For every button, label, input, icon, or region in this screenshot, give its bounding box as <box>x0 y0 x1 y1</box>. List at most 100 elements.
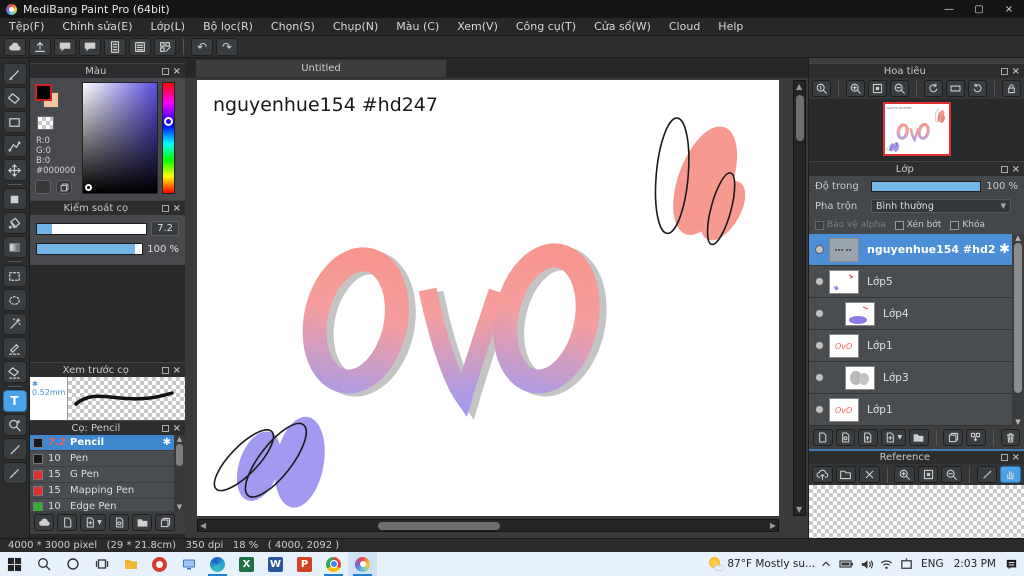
weather-text[interactable]: 87°F Mostly su... <box>727 558 815 570</box>
transparent-color-swatch[interactable] <box>37 116 54 130</box>
file-explorer-icon[interactable] <box>116 552 145 576</box>
layer-visibility-icon[interactable] <box>809 309 829 318</box>
close-icon[interactable]: × <box>1012 66 1020 77</box>
chrome-icon[interactable] <box>319 552 348 576</box>
menu-layer[interactable]: Lớp(L) <box>142 20 195 33</box>
canvas-horizontal-scrollbar[interactable]: ◀ ▶ <box>197 519 779 532</box>
layer-visibility-icon[interactable] <box>809 405 829 414</box>
wifi-icon[interactable] <box>877 552 895 576</box>
eraser-stick-tool-icon[interactable] <box>2 438 27 460</box>
eraser-tool-icon[interactable] <box>2 87 27 109</box>
close-icon[interactable]: × <box>173 203 181 214</box>
menu-file[interactable]: Tệp(F) <box>0 20 53 33</box>
zoom-out-icon[interactable] <box>889 80 910 97</box>
action-center-icon[interactable] <box>1002 552 1020 576</box>
layer-visibility-icon[interactable] <box>809 341 829 350</box>
lasso-tool-icon[interactable] <box>2 289 27 311</box>
reference-cloud-icon[interactable] <box>812 466 833 483</box>
move-tool-icon[interactable] <box>2 159 27 181</box>
cloud-icon[interactable] <box>4 37 26 56</box>
menu-edit[interactable]: Chỉnh sửa(E) <box>53 20 141 33</box>
language-indicator[interactable]: ENG <box>917 558 948 570</box>
powerpoint-icon[interactable]: P <box>290 552 319 576</box>
reference-zoom-in-icon[interactable] <box>894 466 915 483</box>
text-tool-icon[interactable]: T <box>2 390 27 412</box>
scroll-down-icon[interactable]: ▼ <box>796 505 802 514</box>
layer-settings-icon[interactable]: ✱ <box>999 242 1010 257</box>
start-button[interactable] <box>0 552 29 576</box>
merge-layer-icon[interactable] <box>966 429 986 446</box>
redo-button[interactable]: ↷ <box>216 37 238 56</box>
scroll-handle[interactable] <box>378 522 500 530</box>
reference-hand-icon[interactable] <box>1000 466 1021 483</box>
brush-list-scrollbar[interactable]: ▲ ▼ <box>174 435 185 511</box>
excel-icon[interactable]: X <box>232 552 261 576</box>
close-icon[interactable]: × <box>173 66 181 77</box>
scroll-left-icon[interactable]: ◀ <box>200 521 206 530</box>
settings-list-icon[interactable] <box>129 37 151 56</box>
layer-visibility-icon[interactable] <box>809 245 829 254</box>
clipping-checkbox[interactable]: Xén bớt <box>894 220 941 230</box>
new-brush-icon[interactable] <box>57 514 77 531</box>
magic-wand-tool-icon[interactable] <box>2 313 27 335</box>
reference-zoom-out-icon[interactable] <box>941 466 962 483</box>
brush-item[interactable]: 10 Pen <box>30 451 185 467</box>
brush-settings-icon[interactable]: ✱ <box>163 437 171 448</box>
weather-icon[interactable] <box>707 552 725 576</box>
minimize-button[interactable]: — <box>934 0 964 18</box>
foreground-color-swatch[interactable] <box>35 84 52 101</box>
reference-dropper-icon[interactable] <box>976 466 998 483</box>
polyline-tool-icon[interactable] <box>2 135 27 157</box>
menu-filter[interactable]: Bộ lọc(R) <box>194 20 262 33</box>
task-view-icon[interactable] <box>87 552 116 576</box>
layer-visibility-icon[interactable] <box>809 277 829 286</box>
layer-visibility-icon[interactable] <box>809 373 829 382</box>
brush-tool-icon[interactable] <box>2 63 27 85</box>
brush-item[interactable]: 7.2 Pencil ✱ <box>30 435 185 451</box>
reference-clear-icon[interactable] <box>859 466 880 483</box>
layer-row[interactable]: Lớp5 <box>809 266 1024 298</box>
menu-select[interactable]: Chọn(S) <box>262 20 324 33</box>
search-icon[interactable] <box>29 552 58 576</box>
edge-icon[interactable] <box>203 552 232 576</box>
cast-icon[interactable] <box>897 552 915 576</box>
menu-window[interactable]: Cửa sổ(W) <box>585 20 660 33</box>
close-icon[interactable]: × <box>1012 164 1020 175</box>
reference-canvas[interactable] <box>809 485 1024 538</box>
popout-icon[interactable] <box>161 366 169 374</box>
navigator-thumbnail[interactable] <box>883 102 951 156</box>
fit-window-icon[interactable] <box>867 80 887 97</box>
clock[interactable]: 2:03 PM <box>950 558 1000 570</box>
duplicate-brush-icon[interactable] <box>155 514 175 531</box>
color-set-icon[interactable] <box>56 180 72 194</box>
close-icon[interactable]: × <box>173 423 181 434</box>
brush-script-icon[interactable] <box>109 514 129 531</box>
brush-item[interactable]: 15 G Pen <box>30 467 185 483</box>
brush-folder-icon[interactable] <box>132 514 152 531</box>
tray-expand-icon[interactable] <box>817 552 835 576</box>
reset-rotation-icon[interactable] <box>945 80 965 97</box>
document-tab[interactable]: Untitled <box>195 59 447 78</box>
zoom-actual-icon[interactable] <box>812 80 832 97</box>
scroll-up-icon[interactable]: ▲ <box>796 82 802 91</box>
new-layer-icon[interactable] <box>813 429 833 446</box>
gradient-tool-icon[interactable] <box>2 236 27 258</box>
scroll-handle[interactable] <box>796 95 804 141</box>
palette-icon[interactable] <box>35 180 51 194</box>
layer-row[interactable]: Lớp4 <box>809 298 1024 330</box>
zoom-in-icon[interactable] <box>845 80 865 97</box>
bucket-tool-icon[interactable] <box>2 212 27 234</box>
popout-icon[interactable] <box>1000 454 1008 461</box>
layer-opacity-slider[interactable] <box>871 180 982 192</box>
saturation-value-picker[interactable] <box>82 82 158 194</box>
raise-layer-icon[interactable] <box>858 429 878 446</box>
scroll-right-icon[interactable]: ▶ <box>770 521 776 530</box>
close-button[interactable]: × <box>994 0 1024 18</box>
medibang-taskbar-icon[interactable] <box>348 552 377 576</box>
lock-checkbox[interactable]: Khóa <box>950 220 985 230</box>
message-icon[interactable] <box>79 37 101 56</box>
alpha-protect-checkbox[interactable]: Bảo vệ alpha <box>815 220 886 230</box>
popout-icon[interactable] <box>1000 165 1008 173</box>
menu-snap[interactable]: Chụp(N) <box>324 20 387 33</box>
comment-icon[interactable] <box>54 37 76 56</box>
